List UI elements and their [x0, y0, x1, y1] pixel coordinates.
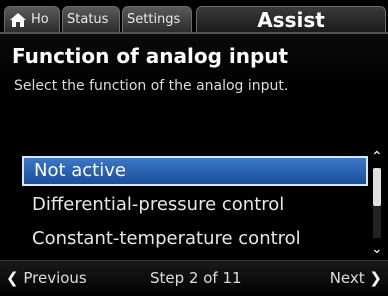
list-item-label: Not active: [34, 160, 126, 181]
list-scrollbar[interactable]: ⌃ ⌄: [370, 150, 384, 258]
page-title: Function of analog input: [12, 44, 289, 68]
chevron-left-icon: ❮: [6, 269, 19, 287]
tab-bar: Ho Status Settings Assist: [0, 0, 388, 34]
screen: Ho Status Settings Assist Function of an…: [0, 0, 388, 296]
tab-settings[interactable]: Settings: [122, 6, 192, 32]
list-item-label: Differential-pressure control: [32, 194, 285, 215]
scrollbar-thumb[interactable]: [373, 168, 381, 206]
chevron-right-icon: ❯: [369, 269, 382, 287]
home-icon: [10, 12, 26, 27]
chevron-up-icon: ⌃: [371, 149, 383, 165]
tab-status[interactable]: Status: [62, 6, 120, 32]
list-item-not-active[interactable]: Not active: [22, 156, 368, 186]
previous-label: Previous: [23, 269, 87, 287]
tab-divider: [0, 32, 388, 34]
tab-home-label: Ho: [31, 12, 49, 27]
tab-home[interactable]: Ho: [4, 6, 60, 32]
function-list: Not active Differential-pressure control…: [22, 156, 372, 256]
next-button[interactable]: Next ❯: [330, 269, 382, 287]
list-item-label: Constant-temperature control: [32, 228, 301, 249]
tab-assist-label: Assist: [257, 8, 325, 32]
tab-status-label: Status: [67, 12, 109, 27]
bottom-nav: ❮ Previous Step 2 of 11 Next ❯: [0, 260, 388, 296]
chevron-down-icon: ⌄: [371, 241, 383, 257]
page-subtitle: Select the function of the analog input.: [14, 78, 289, 94]
tab-assist[interactable]: Assist: [196, 6, 386, 32]
previous-button[interactable]: ❮ Previous: [6, 269, 87, 287]
list-item-differential-pressure[interactable]: Differential-pressure control: [22, 190, 368, 220]
step-indicator: Step 2 of 11: [150, 269, 242, 287]
list-item-constant-temperature[interactable]: Constant-temperature control: [22, 224, 368, 254]
next-label: Next: [329, 269, 365, 287]
tab-settings-label: Settings: [127, 12, 181, 27]
